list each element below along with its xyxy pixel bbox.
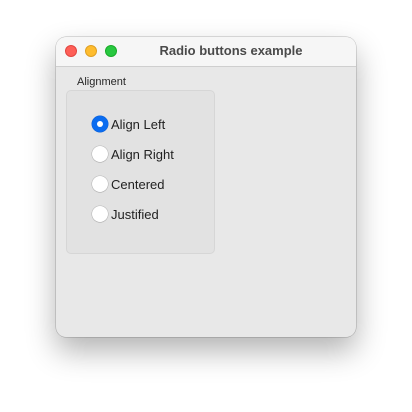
radio-centered[interactable]: Centered (92, 175, 164, 193)
window-title: Radio buttons example (159, 43, 303, 58)
radio-indicator[interactable] (92, 116, 108, 132)
app-window: Radio buttons example Alignment Align Le… (56, 37, 356, 337)
radio-align-right[interactable]: Align Right (92, 145, 174, 163)
radio-justified[interactable]: Justified (92, 205, 159, 223)
radio-label: Align Left (111, 116, 166, 132)
radio-indicator[interactable] (92, 146, 108, 162)
radio-label: Align Right (111, 146, 174, 162)
radio-align-left[interactable]: Align Left (92, 115, 165, 133)
title-bar[interactable]: Radio buttons example (56, 37, 356, 67)
radio-label: Centered (111, 176, 165, 192)
radio-indicator[interactable] (92, 176, 108, 192)
radio-label: Justified (111, 206, 159, 222)
group-box-title: Alignment (77, 76, 126, 88)
radio-indicator[interactable] (92, 206, 108, 222)
